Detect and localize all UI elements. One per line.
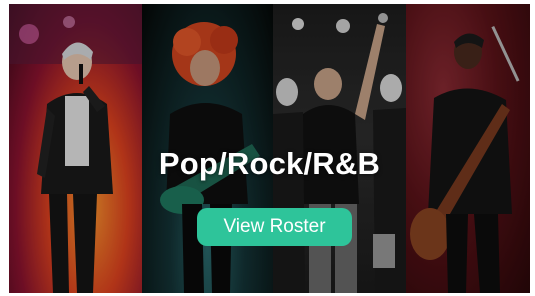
genre-banner: Pop/Rock/R&B [9, 4, 530, 293]
genre-headline: Pop/Rock/R&B [158, 146, 381, 181]
view-roster-button[interactable]: View Roster [197, 208, 352, 246]
